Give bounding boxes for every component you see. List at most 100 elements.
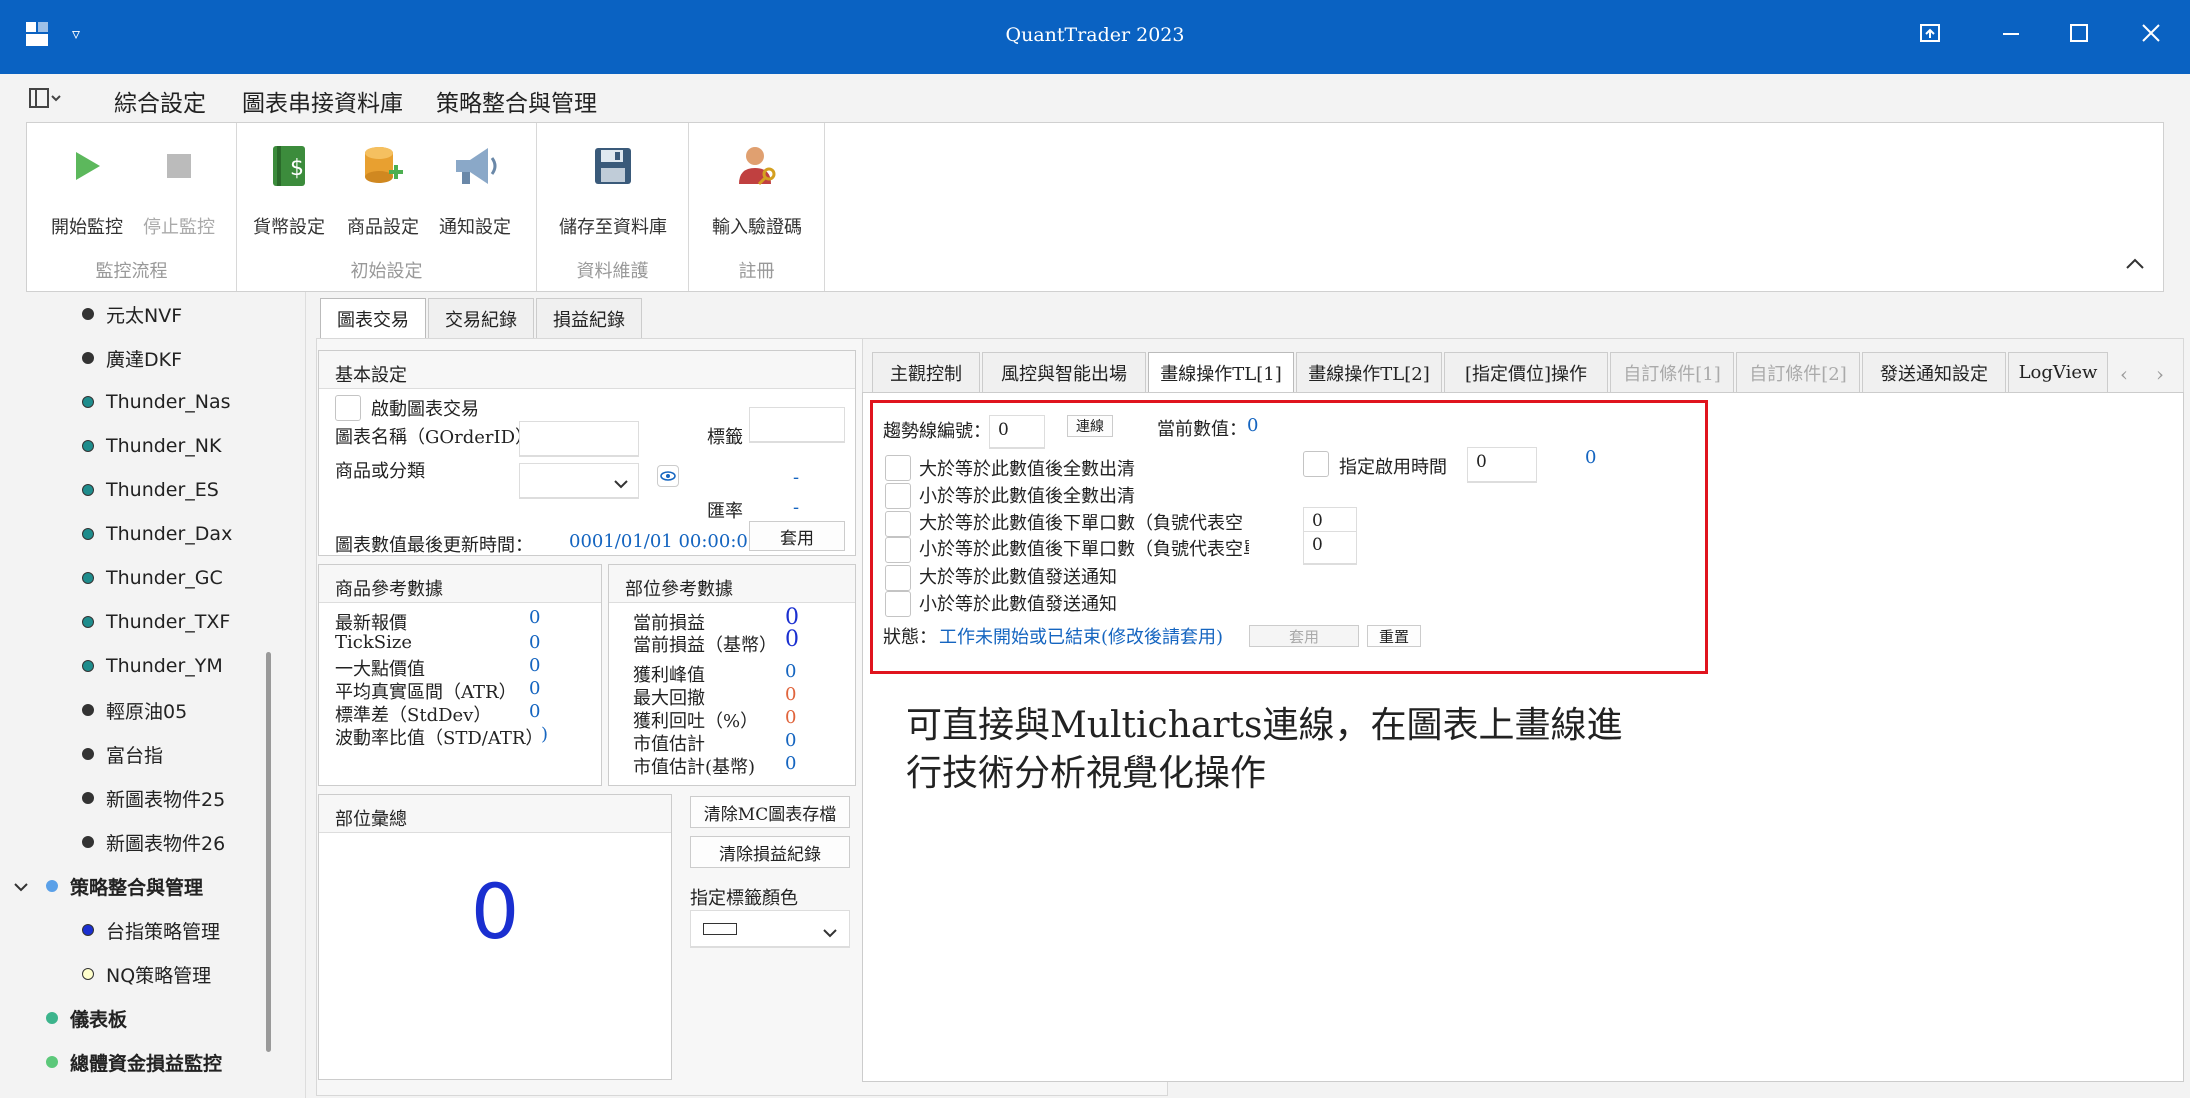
tab-logview[interactable]: LogView	[2008, 352, 2108, 392]
play-icon	[62, 141, 112, 191]
status-dot-icon	[82, 528, 94, 540]
menu-strategy-integration[interactable]: 策略整合與管理	[436, 84, 597, 118]
connect-button[interactable]: 連線	[1067, 415, 1113, 437]
tree-item-3[interactable]: Thunder_NK	[82, 431, 221, 461]
tree-item-4[interactable]: Thunder_ES	[82, 475, 219, 505]
stop-monitor-button[interactable]: 停止監控	[131, 141, 227, 239]
basic-apply-button[interactable]: 套用	[749, 521, 845, 551]
cond5-label: 大於等於此數值發送通知	[919, 567, 1117, 588]
tab-manual-control[interactable]: 主觀控制	[872, 352, 980, 392]
menu-chart-db-link[interactable]: 圖表串接資料庫	[242, 84, 403, 118]
trend-id-label: 趨勢線編號：	[883, 421, 991, 442]
tree-item-5[interactable]: Thunder_Dax	[82, 519, 232, 549]
clear-pnl-button[interactable]: 清除損益紀錄	[690, 836, 850, 868]
position-ref-value: 0	[785, 707, 797, 728]
tree-child-1[interactable]: NQ策略管理	[82, 959, 211, 989]
minimize-icon[interactable]	[2000, 22, 2022, 50]
tree-group-strategy[interactable]: 策略整合與管理	[14, 871, 203, 901]
menu-general-settings[interactable]: 綜合設定	[114, 84, 206, 125]
close-icon[interactable]	[2140, 22, 2162, 50]
group-label-init: 初始設定	[350, 261, 423, 282]
cond6-checkbox[interactable]	[885, 591, 911, 617]
maximize-icon[interactable]	[2068, 22, 2090, 50]
tl-reset-button[interactable]: 重置	[1367, 625, 1421, 647]
app-menu-icon[interactable]	[28, 86, 62, 114]
tree-item-1[interactable]: 廣達DKF	[82, 343, 182, 373]
tree-item-7[interactable]: Thunder_TXF	[82, 607, 230, 637]
restore-window-icon[interactable]	[1918, 22, 1942, 50]
color-swatch	[703, 923, 737, 935]
tab-tl2[interactable]: 畫線操作TL[2]	[1296, 352, 1442, 392]
cond5-checkbox[interactable]	[885, 565, 911, 591]
collapse-ribbon-icon[interactable]	[2125, 251, 2145, 275]
tree-item-6[interactable]: Thunder_GC	[82, 563, 223, 593]
tab-notify-settings[interactable]: 發送通知設定	[1862, 352, 2006, 392]
cond1-label: 大於等於此數值後全數出清	[919, 459, 1135, 480]
tl1-settings-box: 趨勢線編號： 0 連線 當前數值： 0 大於等於此數值後全數出清 小於等於此數值…	[870, 400, 1708, 674]
chevron-down-icon[interactable]	[14, 875, 28, 897]
trend-id-input[interactable]: 0	[989, 415, 1045, 449]
status-dot-icon	[46, 1012, 58, 1024]
product-ref-value: 0	[529, 678, 541, 699]
currency-settings-button[interactable]: $ 貨幣設定	[241, 141, 337, 239]
cond3-checkbox[interactable]	[885, 511, 911, 537]
product-settings-button[interactable]: 商品設定	[335, 141, 431, 239]
enable-chart-trade-checkbox[interactable]	[335, 395, 361, 421]
tab-price-level[interactable]: [指定價位]操作	[1444, 352, 1608, 392]
tree-item-11[interactable]: 新圖表物件25	[82, 783, 225, 813]
tab-trade-log[interactable]: 交易紀錄	[428, 298, 534, 338]
cond2-checkbox[interactable]	[885, 483, 911, 509]
sidebar-scrollbar[interactable]	[266, 652, 271, 1052]
update-time-label: 圖表數值最後更新時間：	[335, 535, 533, 556]
tag-input[interactable]	[749, 407, 845, 443]
position-ref-panel: 部位參考數據 當前損益 0 當前損益（基幣） 0 獲利峰值 0 最大回撤 0 獲…	[608, 564, 856, 786]
enter-code-button[interactable]: 輸入驗證碼	[709, 141, 805, 239]
tag-color-select[interactable]	[690, 910, 850, 948]
tab-chart-trade[interactable]: 圖表交易	[320, 298, 426, 338]
tree-item-2[interactable]: Thunder_Nas	[82, 387, 231, 417]
status-dot-icon	[82, 748, 94, 760]
tree-item-10[interactable]: 富台指	[82, 739, 163, 769]
status-dot-icon	[82, 396, 94, 408]
position-ref-label: 當前損益（基幣）	[633, 635, 777, 656]
save-to-db-button[interactable]: 儲存至資料庫	[551, 141, 675, 239]
chart-name-input[interactable]	[519, 421, 639, 457]
group-label-register: 註冊	[738, 261, 775, 282]
tree-top-pnl-monitor[interactable]: 總體資金損益監控	[46, 1047, 222, 1077]
tab-tl1[interactable]: 畫線操作TL[1]	[1148, 352, 1294, 392]
product-ref-value: 0	[529, 607, 541, 628]
tl-apply-button[interactable]: 套用	[1249, 625, 1359, 647]
money-book-icon: $	[264, 141, 314, 191]
start-monitor-button[interactable]: 開始監控	[39, 141, 135, 239]
tab-custom2[interactable]: 自訂條件[2]	[1736, 352, 1860, 392]
product-ref-panel: 商品參考數據 最新報價 0 TickSize 0 一大點價值 0 平均真實區間（…	[318, 564, 602, 786]
qty-input-2[interactable]: 0	[1303, 531, 1357, 565]
tree-item-9[interactable]: 輕原油05	[82, 695, 187, 725]
tab-pnl-log[interactable]: 損益紀錄	[536, 298, 642, 338]
tree-top-dashboard[interactable]: 儀表板	[46, 1003, 127, 1033]
tab-scroll-left-icon[interactable]: ‹	[2120, 362, 2128, 386]
tree-child-0[interactable]: 台指策略管理	[82, 915, 220, 945]
product-ref-label: 波動率比值（STD/ATR）	[335, 728, 544, 749]
clear-mc-chart-button[interactable]: 清除MC圖表存檔	[690, 796, 850, 828]
notify-settings-button[interactable]: 通知設定	[427, 141, 523, 239]
enable-time-input[interactable]: 0	[1467, 447, 1537, 483]
cond4-checkbox[interactable]	[885, 537, 911, 563]
refresh-icon[interactable]	[657, 465, 679, 487]
status-label: 狀態：	[883, 627, 937, 648]
enable-time-label: 指定啟用時間	[1339, 457, 1447, 478]
database-add-icon	[358, 141, 408, 191]
cond1-checkbox[interactable]	[885, 455, 911, 481]
tab-custom1[interactable]: 自訂條件[1]	[1610, 352, 1734, 392]
tab-risk-exit[interactable]: 風控與智能出場	[982, 352, 1146, 392]
basic-settings-header: 基本設定	[319, 351, 855, 389]
position-ref-header: 部位參考數據	[609, 565, 855, 603]
chart-name-label: 圖表名稱（GOrderID）	[335, 427, 534, 448]
tab-scroll-right-icon[interactable]: ›	[2156, 362, 2164, 386]
tree-item-12[interactable]: 新圖表物件26	[82, 827, 225, 857]
tree-item-0[interactable]: 元太NVF	[82, 299, 182, 329]
product-select[interactable]	[519, 463, 639, 499]
enable-time-checkbox[interactable]	[1303, 451, 1329, 477]
tree-item-8[interactable]: Thunder_YM	[82, 651, 223, 681]
currency-settings-label: 貨幣設定	[253, 217, 325, 238]
